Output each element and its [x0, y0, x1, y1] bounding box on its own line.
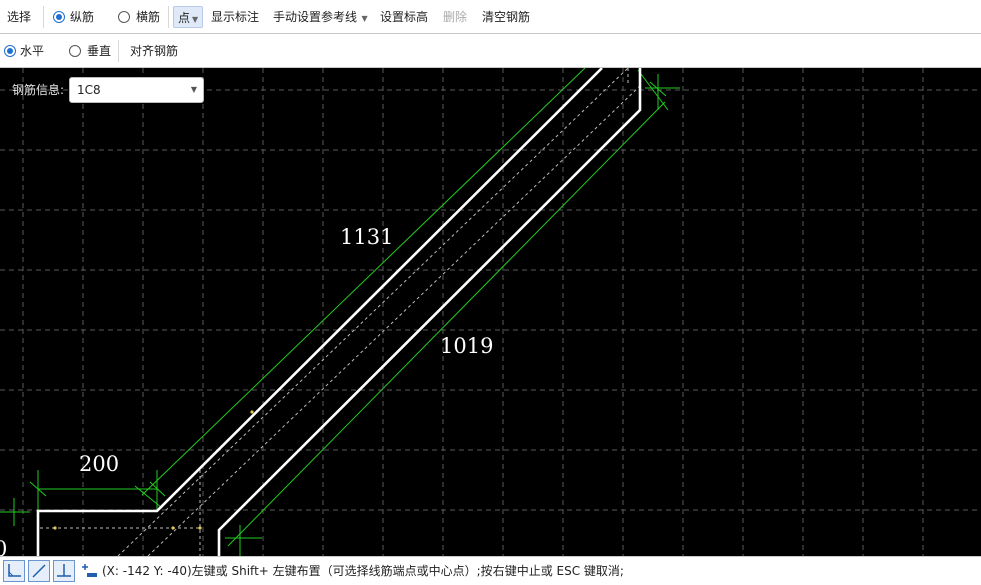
longitudinal-radio-label[interactable]: 纵筋: [70, 0, 94, 34]
chevron-down-icon: ▼: [192, 15, 199, 24]
dimension-lines: [0, 68, 680, 556]
delete-button[interactable]: 删除: [443, 0, 467, 34]
rebar-info-value: 1C8: [77, 83, 101, 97]
rebar-outline: [36, 68, 642, 556]
dimension-label-bottom: 1019: [440, 334, 493, 358]
main-toolbar: 选择 纵筋 横筋 点 ▼ 显示标注 手动设置参考线 ▼ 设置标高 删除 清空钢筋: [0, 0, 981, 34]
status-message: (X: -142 Y: -40)左键或 Shift+ 左键布置（可选择线筋端点或…: [102, 564, 624, 578]
drawing-canvas[interactable]: 1131 1019 200 0: [0, 68, 981, 556]
horizontal-radio-icon[interactable]: [4, 45, 16, 57]
clear-rebar-button[interactable]: 清空钢筋: [482, 0, 530, 34]
transverse-radio-label[interactable]: 横筋: [136, 0, 160, 34]
grid-lines: [0, 68, 981, 556]
toolbar-separator: [43, 6, 44, 28]
toolbar-separator: [168, 6, 169, 28]
dimension-label-top: 1131: [340, 225, 393, 249]
orthogonal-snap-icon[interactable]: [3, 560, 25, 582]
toolbar-separator: [118, 40, 119, 62]
rebar-drawing: 1131 1019 200 0: [0, 68, 981, 556]
manual-reference-line-dropdown[interactable]: 手动设置参考线 ▼: [273, 0, 368, 34]
chevron-down-icon: ▼: [359, 14, 368, 23]
rebar-info-label: 钢筋信息:: [12, 83, 65, 97]
vertical-radio-icon[interactable]: [69, 45, 81, 57]
set-elevation-button[interactable]: 设置标高: [380, 0, 428, 34]
dimension-label-edge: 0: [0, 537, 7, 556]
align-rebar-button[interactable]: 对齐钢筋: [130, 34, 178, 68]
longitudinal-radio-icon[interactable]: [53, 11, 65, 23]
vertical-radio-label[interactable]: 垂直: [87, 34, 111, 68]
status-bar: (X: -142 Y: -40)左键或 Shift+ 左键布置（可选择线筋端点或…: [0, 556, 981, 585]
perpendicular-icon[interactable]: [53, 560, 75, 582]
secondary-toolbar: 水平 垂直 对齐钢筋: [0, 34, 981, 68]
dimension-label-left: 200: [79, 452, 119, 476]
add-offset-icon[interactable]: [78, 560, 100, 582]
transverse-radio-icon[interactable]: [118, 11, 130, 23]
select-button[interactable]: 选择: [7, 0, 31, 34]
chevron-down-icon: ▼: [190, 85, 197, 94]
point-mode-label: 点: [178, 11, 191, 25]
show-dimension-button[interactable]: 显示标注: [211, 0, 259, 34]
inner-dashed-lines: [40, 68, 641, 556]
diagonal-line-icon[interactable]: [28, 560, 50, 582]
dimension-ticks: [29, 81, 667, 497]
point-mode-dropdown[interactable]: 点 ▼: [173, 6, 204, 28]
manual-reference-line-label: 手动设置参考线: [273, 10, 358, 24]
rebar-info-select[interactable]: 1C8 ▼: [69, 77, 204, 103]
horizontal-radio-label[interactable]: 水平: [20, 34, 44, 68]
